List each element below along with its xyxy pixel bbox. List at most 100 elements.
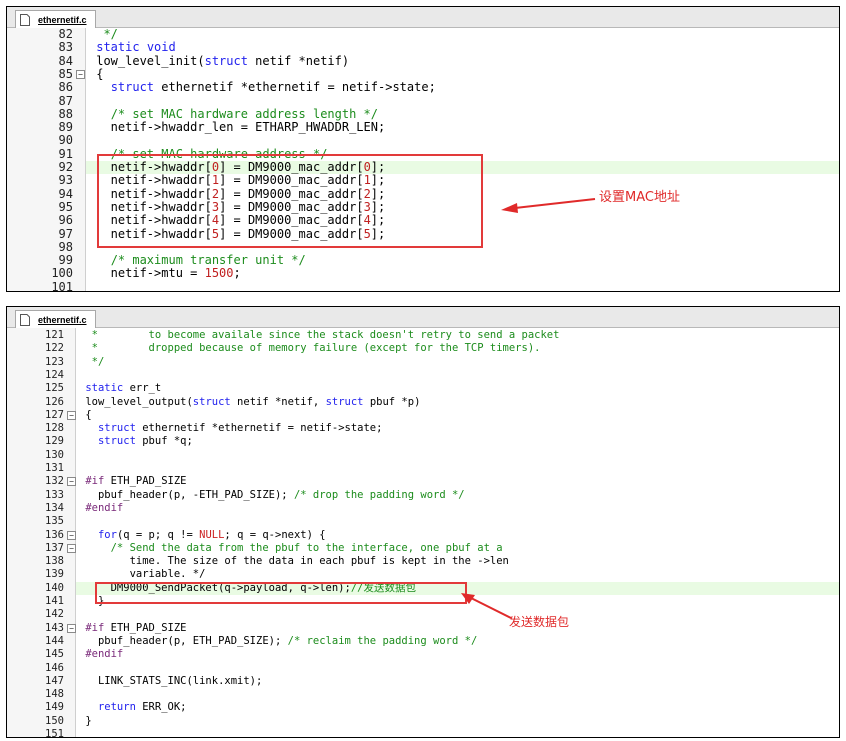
fold-toggle-icon[interactable]: −: [67, 623, 76, 633]
line-number: 146: [45, 661, 64, 674]
code-line: netif->hwaddr_len = ETHARP_HWADDR_LEN;: [89, 120, 386, 135]
line-number: 148: [45, 688, 64, 701]
code-line: variable. */: [79, 568, 206, 581]
line-number: 145: [45, 648, 64, 661]
code-line: #if ETH_PAD_SIZE: [85, 621, 187, 634]
line-number: 91: [58, 146, 73, 161]
code-line: /* set MAC hardware address length */: [110, 106, 378, 121]
line-number: 100: [51, 266, 73, 281]
line-number: 89: [58, 120, 73, 135]
line-number: 130: [45, 448, 64, 461]
line-number: 149: [45, 701, 64, 714]
line-number: 151: [45, 728, 64, 738]
line-number: 142: [45, 608, 64, 621]
line-number: 125: [45, 382, 64, 395]
line-number: 129: [45, 435, 64, 448]
line-number: 122: [45, 342, 64, 355]
line-number: 97: [58, 226, 73, 241]
code-line: #if ETH_PAD_SIZE: [85, 475, 187, 488]
code-line: */: [79, 355, 105, 368]
line-number: 136: [45, 528, 64, 541]
code-line: time. The size of the data in each pbuf …: [79, 555, 509, 568]
code-line: * to become availale since the stack doe…: [79, 329, 560, 341]
fold-toggle-icon[interactable]: −: [76, 69, 85, 79]
line-number: 84: [58, 53, 73, 68]
code-line: pbuf_header(p, -ETH_PAD_SIZE); /* drop t…: [79, 488, 465, 501]
code-line: struct ethernetif *ethernetif = netif->s…: [110, 80, 436, 95]
line-number: 94: [58, 186, 73, 201]
line-number: 131: [45, 462, 64, 474]
fold-toggle-icon[interactable]: −: [67, 530, 76, 540]
code-line: #endif: [85, 648, 124, 661]
fold-toggle-icon[interactable]: −: [67, 410, 76, 420]
tab-label: ethernetif.c: [38, 314, 87, 325]
code-line: LINK_STATS_INC(link.xmit);: [79, 674, 263, 687]
line-number: 133: [45, 488, 64, 501]
line-number: 128: [45, 422, 64, 435]
line-number: 82: [58, 27, 73, 41]
line-number: 126: [45, 395, 64, 408]
fold-toggle-icon[interactable]: −: [67, 477, 76, 487]
line-number: 144: [45, 634, 64, 647]
line-number: 140: [45, 581, 64, 594]
code-line: for(q = p; q != NULL; q = q->next) {: [97, 528, 326, 541]
line-number: 121: [45, 329, 64, 341]
line-number: 134: [45, 501, 64, 514]
line-number: 87: [58, 93, 73, 108]
line-number: 83: [58, 40, 73, 55]
line-number: 139: [45, 568, 64, 581]
line-number: 98: [58, 239, 73, 254]
line-number: 123: [45, 355, 64, 368]
line-number: 132: [45, 475, 64, 488]
line-number: 101: [51, 279, 73, 292]
tab-ethernetif-c[interactable]: ethernetif.c: [15, 310, 96, 328]
tab-ethernetif-c[interactable]: ethernetif.c: [15, 10, 96, 28]
code-line: low_level_init(struct netif *netif): [89, 53, 350, 68]
fold-toggle-icon[interactable]: −: [67, 543, 76, 553]
line-number: 95: [58, 199, 73, 214]
editor-panel-top: ethernetif.c 82 */ 83 static void 84 low_l…: [6, 6, 840, 292]
arrow-icon: [501, 198, 596, 213]
tab-bar: ethernetif.c: [7, 307, 839, 328]
annotation-label: 设置MAC地址: [599, 190, 680, 205]
line-number: 86: [58, 80, 73, 95]
line-number: 124: [45, 368, 64, 381]
code-line: netif->mtu = 1500;: [89, 266, 241, 281]
highlight-box: [97, 154, 483, 248]
line-number: 99: [58, 253, 73, 268]
code-line: */: [89, 27, 118, 41]
line-number: 135: [45, 515, 64, 528]
code-line: }: [79, 714, 92, 727]
line-number: 138: [45, 555, 64, 568]
line-number: 96: [58, 213, 73, 228]
tab-label: ethernetif.c: [38, 14, 87, 25]
code-line: * dropped because of memory failure (exc…: [79, 342, 541, 355]
line-number: 88: [58, 106, 73, 121]
line-number: 85: [58, 66, 73, 81]
code-line: /* maximum transfer unit */: [110, 253, 306, 268]
code-line: {: [79, 408, 92, 421]
file-icon: [20, 13, 30, 26]
line-number: 150: [45, 714, 64, 727]
code-line: /* Send the data from the pbuf to the in…: [110, 541, 503, 554]
tab-bar: ethernetif.c: [7, 7, 839, 28]
code-line: struct ethernetif *ethernetif = netif->s…: [97, 422, 383, 435]
code-line: low_level_output(struct netif *netif, st…: [79, 395, 421, 408]
code-line: return ERR_OK;: [97, 701, 187, 714]
line-number: 143: [45, 621, 64, 634]
line-number: 90: [58, 133, 73, 148]
line-number: 92: [58, 160, 73, 174]
code-line: {: [89, 66, 104, 81]
editor-panel-bottom: ethernetif.c 121 * to become availale si…: [6, 306, 840, 738]
annotation-label: 发送数据包: [509, 615, 570, 629]
line-number: 147: [45, 674, 64, 687]
code-line: struct pbuf *q;: [97, 435, 193, 448]
file-icon: [20, 313, 30, 326]
line-number: 137: [45, 541, 64, 554]
line-number: 127: [45, 408, 64, 421]
line-number: 93: [58, 173, 73, 188]
code-line: pbuf_header(p, ETH_PAD_SIZE); /* reclaim…: [79, 634, 478, 647]
line-number: 141: [45, 595, 64, 607]
code-line: #endif: [85, 501, 124, 514]
highlight-box: [95, 582, 467, 604]
